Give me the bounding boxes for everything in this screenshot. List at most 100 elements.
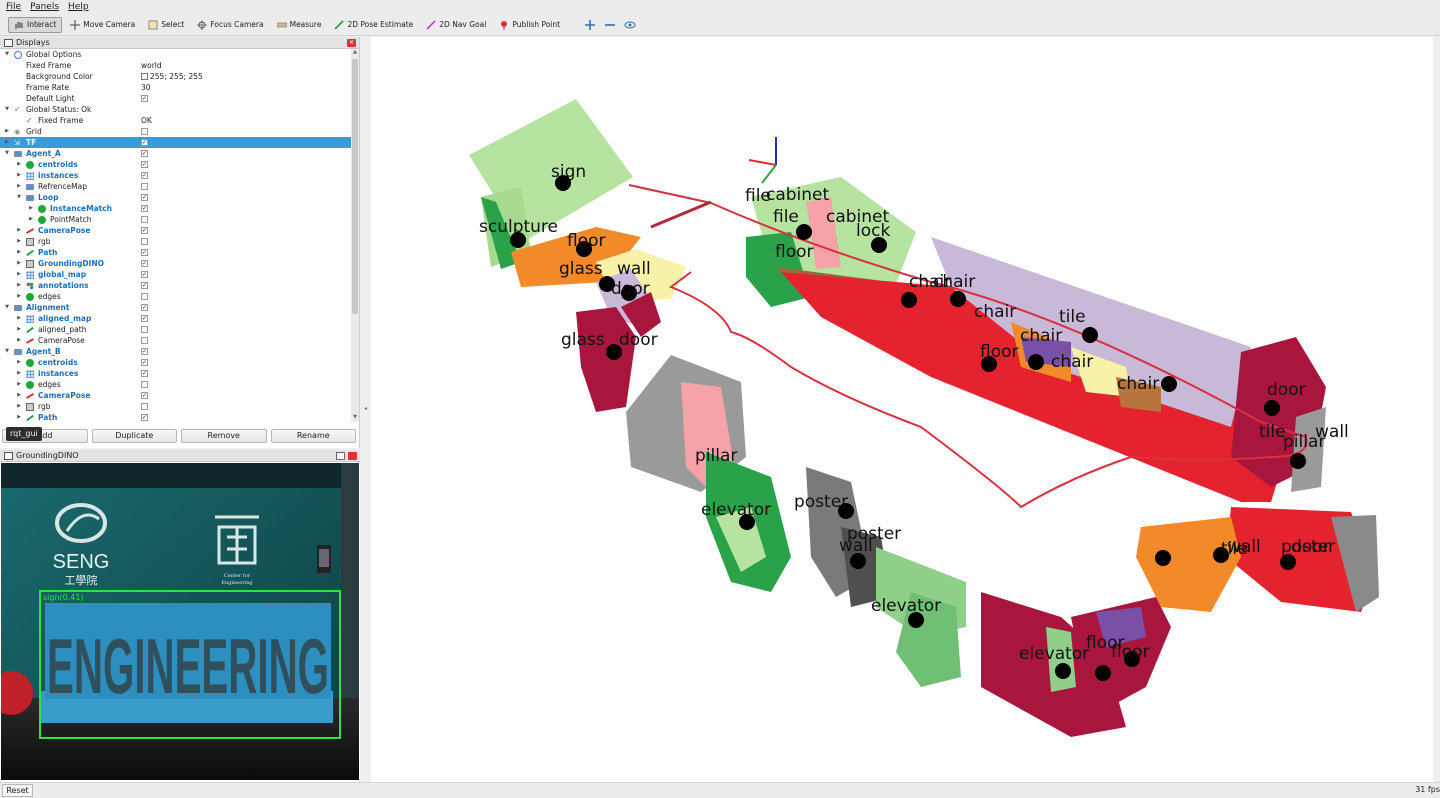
enable-checkbox[interactable]: ✓ (141, 139, 148, 146)
display-row-aligned-path[interactable]: ▶ aligned_path (0, 324, 351, 335)
color-swatch[interactable] (141, 73, 148, 80)
display-row-groundingdino[interactable]: ▶ GroundingDINO ✓ (0, 258, 351, 269)
collapse-arrow-icon[interactable]: ▶ (16, 225, 22, 236)
displays-scrollbar[interactable]: ▲ ▼ (351, 49, 359, 422)
collapse-arrow-icon[interactable]: ▶ (16, 335, 22, 346)
duplicate-button[interactable]: Duplicate (91, 429, 177, 443)
display-row-fixed-frame[interactable]: ✓ Fixed Frame OK (0, 115, 351, 126)
tool-select[interactable]: Select (143, 17, 189, 33)
enable-checkbox[interactable]: ✓ (141, 414, 148, 421)
close-icon[interactable] (348, 452, 357, 460)
collapse-arrow-icon[interactable]: ▶ (28, 203, 34, 214)
display-row-annotations[interactable]: ▶ annotations ✓ (0, 280, 351, 291)
display-row-camerapose[interactable]: ▶ CameraPose ✓ (0, 225, 351, 236)
collapse-arrow-icon[interactable]: ▶ (16, 368, 22, 379)
collapse-arrow-icon[interactable]: ▶ (16, 313, 22, 324)
enable-checkbox[interactable] (141, 293, 148, 300)
display-row-path[interactable]: ▶ Path ✓ (0, 412, 351, 422)
scroll-thumb[interactable] (352, 59, 358, 314)
enable-checkbox[interactable]: ✓ (141, 161, 148, 168)
display-row-aligned-map[interactable]: ▶ aligned_map ✓ (0, 313, 351, 324)
display-row-agent-b[interactable]: ▼ Agent_B ✓ (0, 346, 351, 357)
enable-checkbox[interactable]: ✓ (141, 348, 148, 355)
expand-arrow-icon[interactable]: ▼ (4, 104, 10, 115)
remove-button[interactable]: Remove (181, 429, 267, 443)
collapse-arrow-icon[interactable]: ▶ (16, 379, 22, 390)
tool-measure[interactable]: Measure (272, 17, 327, 33)
menu-help[interactable]: Help (68, 2, 89, 12)
collapse-arrow-icon[interactable]: ▶ (16, 324, 22, 335)
reset-button[interactable]: Reset (2, 784, 33, 797)
tool-2d-nav-goal[interactable]: 2D Nav Goal (421, 17, 491, 33)
enable-checkbox[interactable] (141, 216, 148, 223)
enable-checkbox[interactable]: ✓ (141, 205, 148, 212)
float-icon[interactable] (336, 452, 345, 460)
3d-scene[interactable]: signsculpturefloorglass walldoorglass door… (371, 37, 1433, 782)
expand-arrow-icon[interactable]: ▼ (4, 346, 10, 357)
scroll-up-icon[interactable]: ▲ (351, 49, 359, 57)
collapse-arrow-icon[interactable]: ▶ (16, 258, 22, 269)
collapse-arrow-icon[interactable]: ▶ (16, 247, 22, 258)
enable-checkbox[interactable]: ✓ (141, 172, 148, 179)
enable-checkbox[interactable]: ✓ (141, 271, 148, 278)
add-tool-icon[interactable] (584, 19, 596, 31)
collapse-arrow-icon[interactable]: ▶ (16, 181, 22, 192)
display-row-camerapose[interactable]: ▶ CameraPose ✓ (0, 390, 351, 401)
display-row-frame-rate[interactable]: Frame Rate 30 (0, 82, 351, 93)
display-row-centroids[interactable]: ▶ centroids ✓ (0, 357, 351, 368)
collapse-arrow-icon[interactable]: ▶ (16, 357, 22, 368)
enable-checkbox[interactable]: ✓ (141, 150, 148, 157)
collapse-arrow-icon[interactable]: ▶ (16, 269, 22, 280)
enable-checkbox[interactable]: ✓ (141, 370, 148, 377)
expand-arrow-icon[interactable]: ▼ (4, 302, 10, 313)
display-row-grid[interactable]: ▶ ◉ Grid (0, 126, 351, 137)
enable-checkbox[interactable]: ✓ (141, 249, 148, 256)
display-row-refrencemap[interactable]: ▶ RefrenceMap (0, 181, 351, 192)
collapse-arrow-icon[interactable]: ▶ (16, 291, 22, 302)
collapse-arrow-icon[interactable]: ▶ (4, 137, 10, 148)
enable-checkbox[interactable]: ✓ (141, 304, 148, 311)
menu-panels[interactable]: Panels (30, 2, 59, 12)
display-row-global-options[interactable]: ▼ Global Options (0, 49, 351, 60)
tool-publish-point[interactable]: Publish Point (494, 17, 565, 33)
collapse-arrow-icon[interactable]: ▶ (16, 170, 22, 181)
collapse-arrow-icon[interactable]: ▶ (16, 159, 22, 170)
tool-interact[interactable]: Interact (8, 16, 63, 33)
enable-checkbox[interactable] (141, 326, 148, 333)
close-icon[interactable]: ✕ (347, 39, 356, 47)
enable-checkbox[interactable]: ✓ (141, 194, 148, 201)
rename-button[interactable]: Rename (270, 429, 356, 443)
display-row-instances[interactable]: ▶ instances ✓ (0, 368, 351, 379)
display-row-camerapose[interactable]: ▶ CameraPose (0, 335, 351, 346)
collapse-arrow-icon[interactable]: ▶ (16, 280, 22, 291)
enable-checkbox[interactable] (141, 238, 148, 245)
display-row-loop[interactable]: ▼ Loop ✓ (0, 192, 351, 203)
display-row-value[interactable]: world (141, 60, 162, 71)
display-row-edges[interactable]: ▶ edges (0, 291, 351, 302)
panel-splitter[interactable]: ◂ (361, 37, 371, 782)
collapse-arrow-icon[interactable]: ▶ (4, 126, 10, 137)
display-row-rgb[interactable]: ▶ rgb (0, 401, 351, 412)
expand-arrow-icon[interactable]: ▼ (4, 49, 10, 60)
display-row-alignment[interactable]: ▼ Alignment ✓ (0, 302, 351, 313)
display-row-global-map[interactable]: ▶ global_map ✓ (0, 269, 351, 280)
enable-checkbox[interactable]: ✓ (141, 95, 148, 102)
collapse-arrow-icon[interactable]: ▶ (16, 236, 22, 247)
enable-checkbox[interactable] (141, 128, 148, 135)
display-row-tf[interactable]: ▶ ⇲ TF ✓ (0, 137, 351, 148)
display-row-value[interactable]: 30 (141, 82, 151, 93)
3d-view[interactable]: sign sculpture floor glass wall door glass door… (371, 37, 1433, 782)
tool-focus-camera[interactable]: Focus Camera (192, 17, 268, 33)
display-row-value[interactable]: OK (141, 115, 152, 126)
expand-arrow-icon[interactable]: ▼ (16, 192, 22, 203)
display-row-edges[interactable]: ▶ edges (0, 379, 351, 390)
display-row-background-color[interactable]: Background Color 255; 255; 255 (0, 71, 351, 82)
enable-checkbox[interactable]: ✓ (141, 260, 148, 267)
display-row-default-light[interactable]: Default Light ✓ (0, 93, 351, 104)
expand-arrow-icon[interactable]: ▼ (4, 148, 10, 159)
display-row-path[interactable]: ▶ Path ✓ (0, 247, 351, 258)
enable-checkbox[interactable]: ✓ (141, 392, 148, 399)
display-row-value[interactable]: 255; 255; 255 (141, 71, 203, 82)
enable-checkbox[interactable]: ✓ (141, 227, 148, 234)
collapse-arrow-icon[interactable]: ▶ (16, 412, 22, 422)
